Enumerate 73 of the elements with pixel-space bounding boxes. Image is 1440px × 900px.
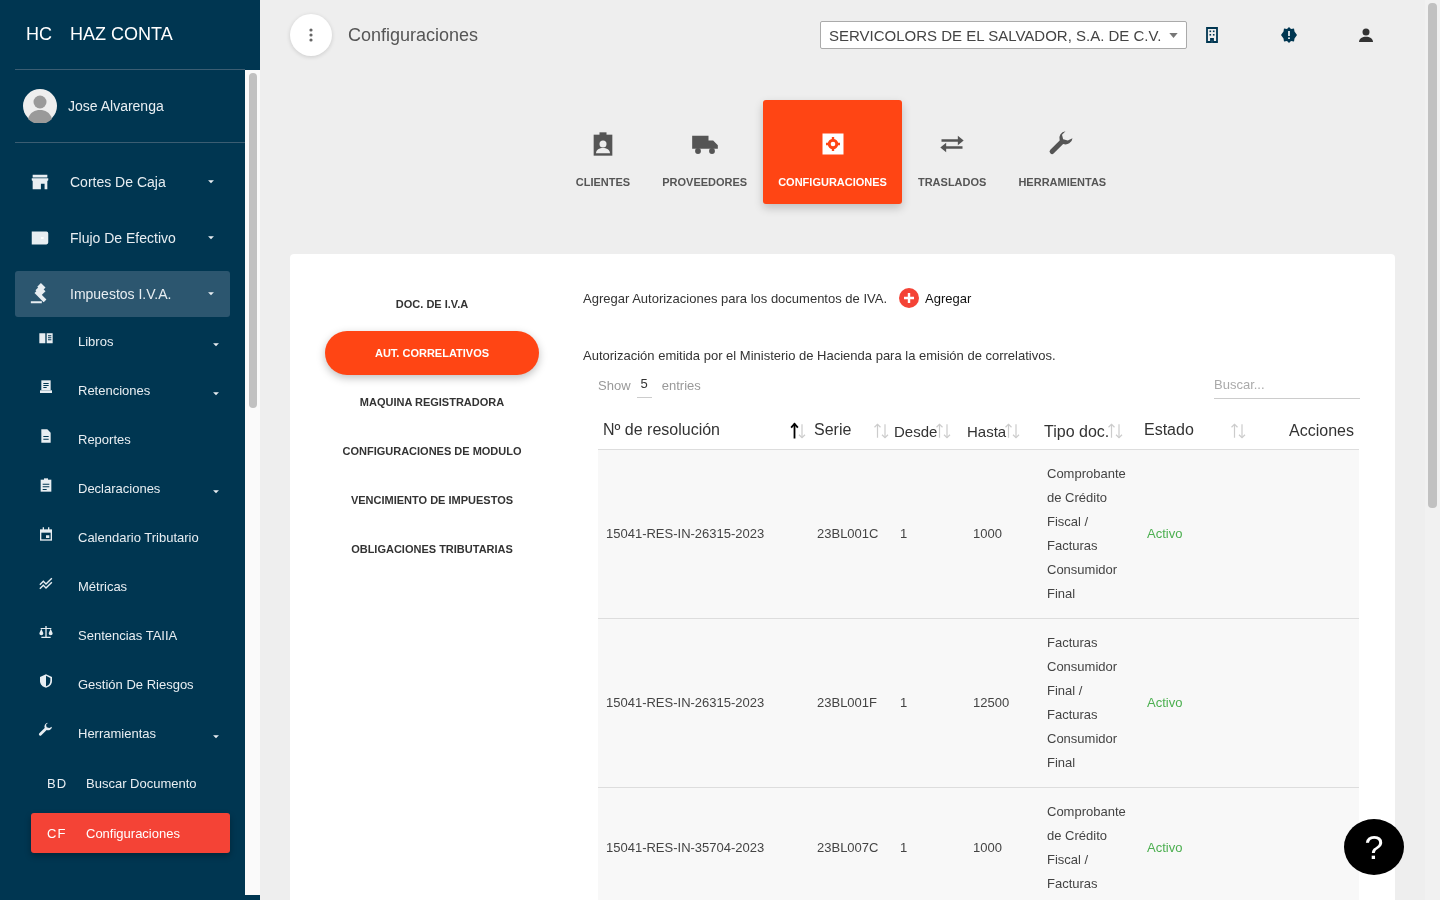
description-text: Autorización emitida por el Ministerio de Hacienda para la emisión de correlativos. <box>583 348 1057 363</box>
table-cell: 23BL001C <box>809 449 892 618</box>
company-select[interactable]: SERVICOLORS DE EL SALVADOR, S.A. DE C.V. <box>820 21 1187 49</box>
menu-item[interactable]: Sentencias TAIIA <box>0 611 245 660</box>
plus-icon <box>899 288 919 308</box>
receipt-icon <box>38 378 54 395</box>
column-header[interactable]: Acciones <box>1249 413 1359 449</box>
menu-item[interactable]: Cortes De Caja <box>15 159 230 205</box>
tab[interactable]: TRASLADOS <box>901 100 1003 204</box>
calendar-icon <box>38 525 54 542</box>
menu-item[interactable]: CF Configuraciones <box>31 813 230 853</box>
column-header[interactable]: Tipo doc. <box>1039 413 1139 449</box>
menu-item[interactable]: Flujo De Efectivo <box>15 215 230 261</box>
table-cell: 15041-RES-IN-26315-2023 <box>598 449 809 618</box>
table-cell: 1 <box>892 618 965 787</box>
user-name: Jose Alvarenga <box>68 98 164 114</box>
table-cell: 23BL007C <box>809 787 892 900</box>
page-title: Configuraciones <box>348 24 480 46</box>
page-size-select[interactable]: 5 <box>636 372 652 398</box>
table-cell: 1000 <box>965 787 1039 900</box>
menu-item[interactable]: Declaraciones <box>0 464 245 513</box>
document-icon <box>38 427 54 444</box>
avatar-icon <box>23 89 57 123</box>
menu-item[interactable]: BD Buscar Documento <box>31 763 230 803</box>
more-vertical-icon <box>309 28 313 42</box>
shield-icon <box>38 672 54 689</box>
table-cell: 1000 <box>965 449 1039 618</box>
table-cell: 15041-RES-IN-26315-2023 <box>598 618 809 787</box>
tab[interactable]: PROVEEDORES <box>646 100 764 204</box>
section-tab[interactable]: OBLIGACIONES TRIBUTARIAS <box>333 527 531 571</box>
section-tab[interactable]: MAQUINA REGISTRADORA <box>341 380 523 424</box>
column-header[interactable]: Nº de resolución <box>598 413 809 449</box>
table-cell: 1 <box>892 787 965 900</box>
scrollbar[interactable] <box>245 70 260 895</box>
entries-label: entries <box>661 377 701 393</box>
scales-icon <box>38 623 54 640</box>
section-tab[interactable]: CONFIGURACIONES DE MODULO <box>324 429 540 473</box>
menu-item[interactable]: Métricas <box>0 562 245 611</box>
menu-item[interactable]: Calendario Tributario <box>0 513 245 562</box>
dropdown-caret-icon <box>1169 32 1178 38</box>
tab[interactable]: CLIENTES <box>559 100 647 204</box>
logo-abbreviation: HC <box>26 24 52 45</box>
table-cell: Facturas Consumidor Final / Facturas Consumidor Final <box>1039 618 1139 787</box>
intro-text: Agregar Autorizaciones para los documentos de IVA. <box>583 290 887 306</box>
menu-item[interactable]: Retenciones <box>0 366 245 415</box>
app-name: HAZ CONTA <box>70 24 173 45</box>
status-cell: Activo <box>1139 787 1249 900</box>
column-header[interactable]: Desde <box>892 413 965 449</box>
status-cell: Activo <box>1139 618 1249 787</box>
clipboard-icon <box>38 476 54 493</box>
menu-item[interactable]: Herramientas <box>0 709 245 758</box>
column-header[interactable]: Hasta <box>965 413 1039 449</box>
table-cell: Comprobante de Crédito Fiscal / Facturas Consumidor Final <box>1039 449 1139 618</box>
show-label: Show <box>598 377 631 393</box>
table-cell: 15041-RES-IN-35704-2023 <box>598 787 809 900</box>
section-tab[interactable]: DOC. DE I.V.A <box>377 282 487 326</box>
table-cell: Comprobante de Crédito Fiscal / Facturas <box>1039 787 1139 900</box>
table-cell: 1 <box>892 449 965 618</box>
column-header[interactable]: Serie <box>809 413 892 449</box>
table-cell: 23BL001F <box>809 618 892 787</box>
menu-item[interactable]: Gestión De Riesgos <box>0 660 245 709</box>
status-cell: Activo <box>1139 449 1249 618</box>
search-field[interactable]: Buscar... <box>1214 371 1360 399</box>
table-cell: 12500 <box>965 618 1039 787</box>
menu-item[interactable]: Impuestos I.V.A. <box>15 271 230 317</box>
add-button[interactable]: Agregar <box>899 288 972 308</box>
wrench-icon <box>38 721 54 738</box>
tab[interactable]: HERRAMIENTAS <box>1002 100 1123 204</box>
section-tab[interactable]: VENCIMIENTO DE IMPUESTOS <box>332 478 532 522</box>
menu-item[interactable]: Reportes <box>0 415 245 464</box>
column-header[interactable]: Estado <box>1139 413 1249 449</box>
alert-badge-icon[interactable] <box>1278 27 1300 43</box>
menu-item[interactable]: Libros <box>0 317 245 366</box>
